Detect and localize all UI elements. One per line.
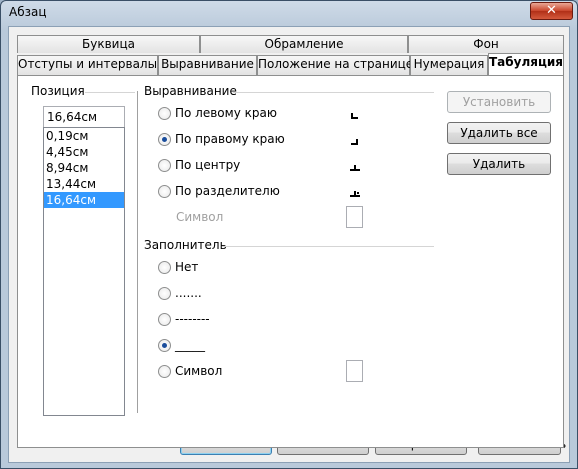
window-title: Абзац <box>9 5 47 19</box>
fill-dashes-label: -------- <box>175 312 210 326</box>
fill-symbol-radio[interactable] <box>158 365 171 378</box>
position-section-label: Позиция <box>31 84 85 98</box>
fill-symbol-field[interactable] <box>346 360 363 382</box>
tab-background[interactable]: Фон <box>408 35 564 53</box>
delete-all-button[interactable]: Удалить все <box>447 122 551 144</box>
align-decimal-label: По разделителю <box>175 184 280 198</box>
fill-none-option[interactable]: Нет <box>158 260 308 276</box>
tab-left-icon <box>347 107 363 123</box>
align-center-option[interactable]: По центру <box>158 158 338 174</box>
tab-tabs[interactable]: Табуляция <box>488 53 564 75</box>
delete-button[interactable]: Удалить <box>447 153 551 175</box>
align-symbol-label: Символ <box>176 210 224 224</box>
position-separator <box>85 92 135 93</box>
fill-separator <box>222 246 434 247</box>
list-item[interactable]: 4,45см <box>44 144 124 160</box>
list-item-selected[interactable]: 16,64см <box>44 192 124 208</box>
position-list[interactable]: 0,19см 4,45см 8,94см 13,44см 16,64см <box>43 127 125 416</box>
fill-dots-label: ....... <box>175 286 202 300</box>
tab-label: Фон <box>473 37 499 51</box>
fill-underscore-option[interactable]: _____ <box>158 338 308 354</box>
section-divider <box>137 91 138 413</box>
position-input[interactable]: 16,64см <box>43 106 125 128</box>
align-right-radio[interactable] <box>158 133 171 146</box>
dialog-client-area: Буквица Обрамление Фон Отступы и интерва… <box>8 26 570 463</box>
align-right-option[interactable]: По правому краю <box>158 132 338 148</box>
tab-label: Нумерация <box>413 57 485 71</box>
fill-underscore-radio[interactable] <box>158 339 171 352</box>
fill-none-radio[interactable] <box>158 261 171 274</box>
tab-indents-spacing[interactable]: Отступы и интервалы <box>17 55 158 75</box>
fill-dots-option[interactable]: ....... <box>158 286 308 302</box>
alignment-separator <box>233 92 434 93</box>
tab-label: Положение на странице <box>258 57 414 71</box>
fill-none-label: Нет <box>175 260 199 274</box>
close-button[interactable]: ✕ <box>530 2 573 20</box>
fill-dashes-option[interactable]: -------- <box>158 312 308 328</box>
list-item[interactable]: 13,44см <box>44 176 124 192</box>
align-symbol-field <box>346 206 363 228</box>
tab-label: Буквица <box>82 37 135 51</box>
tab-alignment[interactable]: Выравнивание <box>158 55 257 75</box>
align-center-label: По центру <box>175 158 241 172</box>
align-left-label: По левому краю <box>175 106 277 120</box>
align-left-option[interactable]: По левому краю <box>158 106 338 122</box>
tab-label: Выравнивание <box>161 57 254 71</box>
tab-right-icon <box>347 133 363 149</box>
list-item[interactable]: 8,94см <box>44 160 124 176</box>
alignment-section-label: Выравнивание <box>144 84 237 98</box>
fill-symbol-option[interactable]: Символ <box>158 364 308 380</box>
align-decimal-radio[interactable] <box>158 185 171 198</box>
tab-borders[interactable]: Обрамление <box>200 35 408 53</box>
tab-label: Табуляция <box>489 55 563 69</box>
dialog-window: Абзац ✕ Буквица Обрамление Фон Отступы и… <box>0 0 578 469</box>
align-right-label: По правому краю <box>175 132 285 146</box>
close-icon: ✕ <box>546 3 557 18</box>
tab-label: Обрамление <box>264 37 344 51</box>
install-button[interactable]: Установить <box>447 91 551 113</box>
align-decimal-option[interactable]: По разделителю <box>158 184 338 200</box>
align-left-radio[interactable] <box>158 107 171 120</box>
tab-label: Отступы и интервалы <box>18 57 158 71</box>
tab-drop-caps[interactable]: Буквица <box>17 35 200 53</box>
align-center-radio[interactable] <box>158 159 171 172</box>
fill-section-label: Заполнитель <box>144 238 227 252</box>
fill-underscore-label: _____ <box>175 338 205 352</box>
tabs-panel: Позиция 16,64см 0,19см 4,45см 8,94см 13,… <box>17 75 564 448</box>
tab-decimal-icon <box>347 185 363 201</box>
fill-dots-radio[interactable] <box>158 287 171 300</box>
tab-numbering[interactable]: Нумерация <box>410 55 488 75</box>
tab-center-icon <box>347 159 363 175</box>
fill-symbol-label: Символ <box>175 364 223 378</box>
list-item[interactable]: 0,19см <box>44 128 124 144</box>
fill-dashes-radio[interactable] <box>158 313 171 326</box>
title-bar[interactable]: Абзац ✕ <box>1 1 577 25</box>
tab-text-flow[interactable]: Положение на странице <box>257 55 414 75</box>
